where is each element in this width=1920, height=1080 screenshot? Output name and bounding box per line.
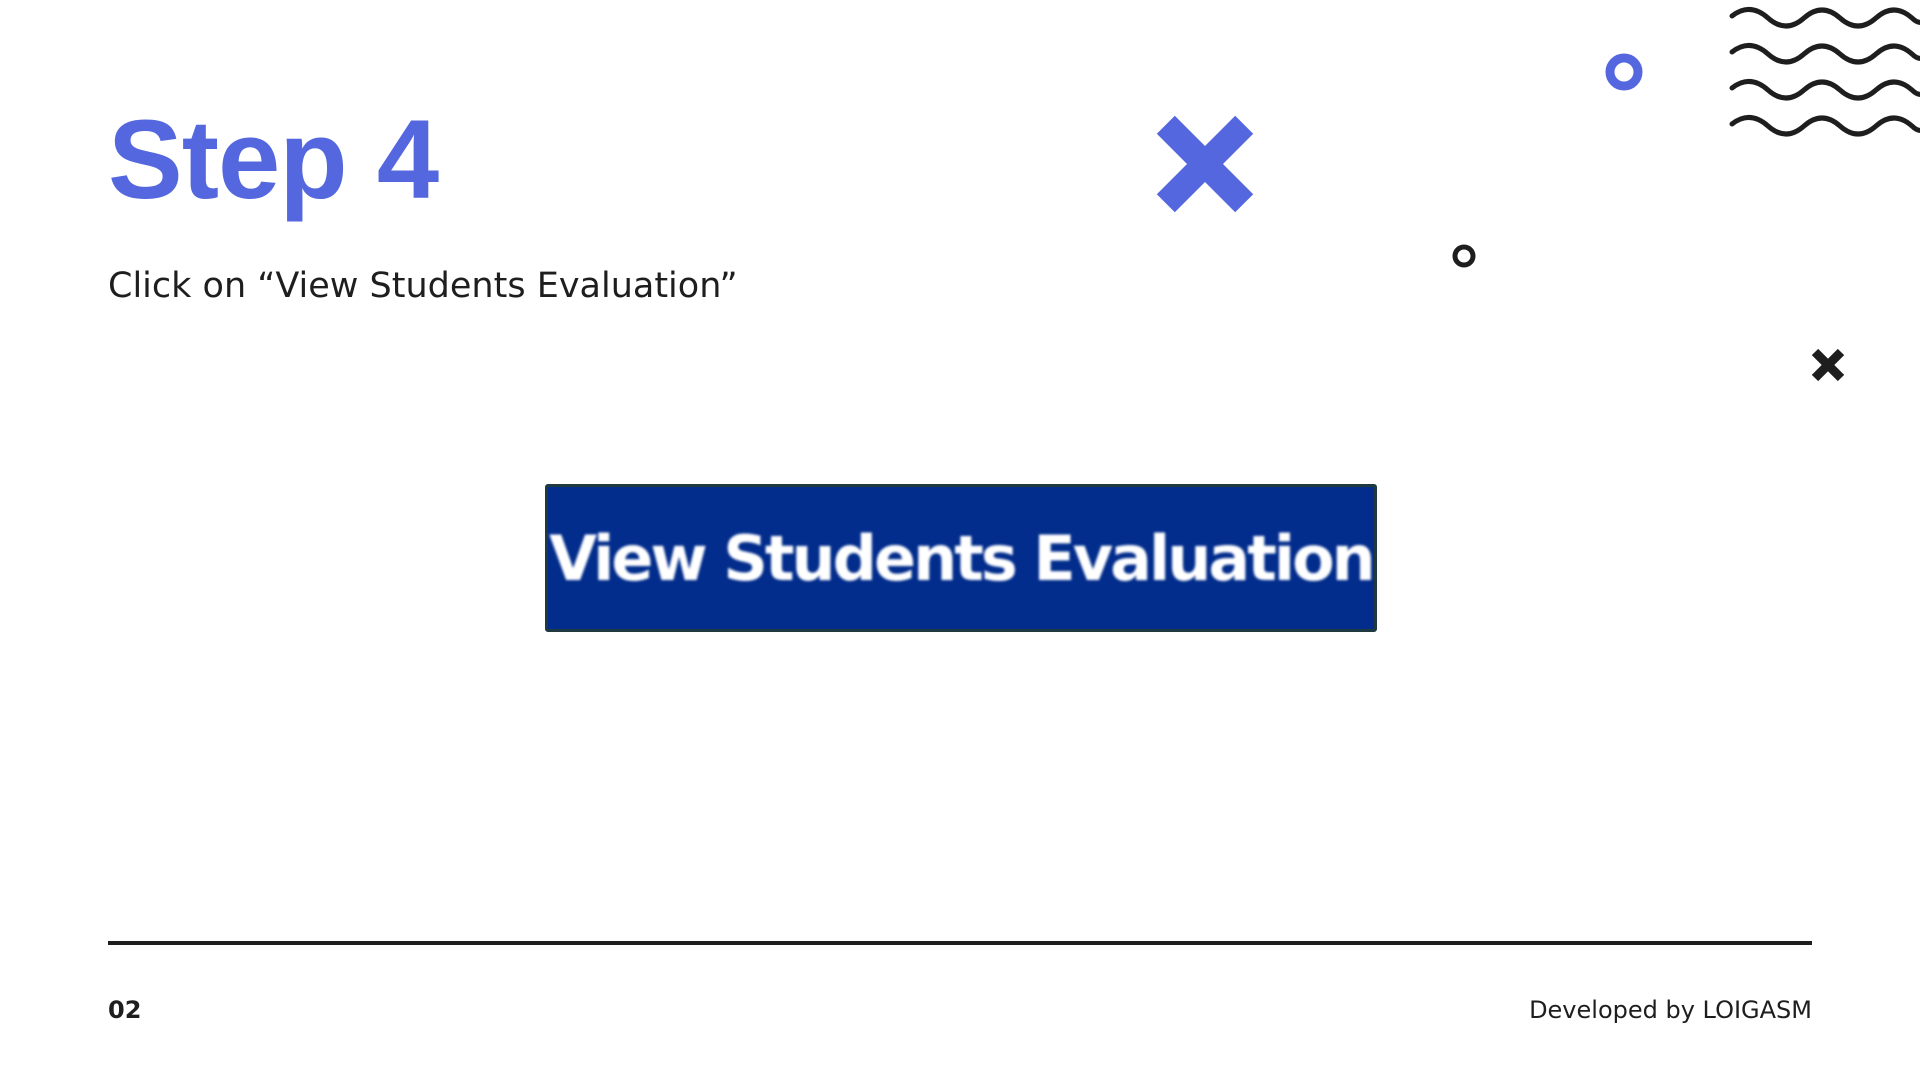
blue-ring-icon — [1605, 53, 1643, 91]
instruction-text: Click on “View Students Evaluation” — [108, 266, 738, 306]
footer-credit: Developed by LOIGASM — [1529, 996, 1812, 1024]
button-label: View Students Evaluation — [549, 521, 1376, 595]
large-blue-cross-icon — [1156, 115, 1254, 213]
small-black-cross-icon — [1811, 348, 1845, 382]
page-number: 02 — [108, 996, 142, 1024]
footer-divider — [108, 941, 1812, 945]
view-students-evaluation-button[interactable]: View Students Evaluation — [545, 484, 1377, 632]
wave-lines-icon — [1729, 7, 1920, 137]
small-black-ring-icon — [1452, 244, 1476, 268]
slide-title: Step 4 — [108, 97, 439, 222]
